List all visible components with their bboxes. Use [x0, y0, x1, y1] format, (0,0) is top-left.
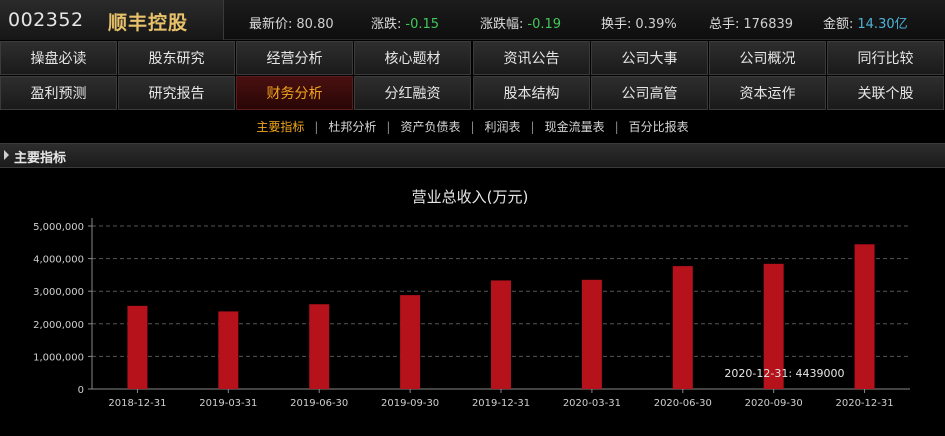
chart-tooltip: 2020-12-31: 4439000 — [724, 367, 844, 380]
x-tick-label: 2019-12-31 — [472, 398, 530, 409]
quote-value: 0.39% — [635, 17, 677, 32]
quote-value: -0.15 — [405, 17, 440, 32]
quote-item: 涨跌: -0.15 — [371, 13, 439, 32]
quote-value: 80.80 — [296, 17, 334, 32]
collapse-arrow-icon[interactable] — [4, 150, 9, 160]
chart-title: 营业总收入(万元) — [412, 188, 529, 206]
chart-svg: 营业总收入(万元) 0 1,000,000 2,000,000 3,000,000 4,… — [33, 188, 910, 409]
x-tick-label: 2019-03-31 — [199, 398, 257, 409]
x-tick-label: 2020-06-30 — [654, 398, 712, 409]
subnav-divider: | — [386, 120, 391, 134]
quote-label: 涨跌: — [371, 17, 402, 32]
x-tick-label: 2020-09-30 — [745, 398, 803, 409]
quote-label: 换手: — [601, 17, 632, 32]
section-title: 主要指标 — [14, 151, 67, 166]
subnav-divider: | — [614, 120, 619, 134]
subnav-link[interactable]: 利润表 — [485, 112, 521, 142]
y-tick-label: 0 — [78, 385, 84, 396]
y-tick-label: 1,000,000 — [33, 352, 84, 363]
nav-tab[interactable]: 研究报告 — [118, 76, 235, 110]
quote-label: 最新价: — [249, 17, 293, 32]
bar[interactable] — [400, 295, 421, 389]
nav-tab[interactable]: 分红融资 — [354, 76, 471, 110]
nav-tab[interactable]: 经营分析 — [236, 41, 353, 75]
y-tick-label: 5,000,000 — [33, 222, 84, 233]
quote-item: 金额: 14.30亿 — [823, 13, 908, 32]
quote-value: 14.30亿 — [857, 17, 908, 32]
quote-item: 换手: 0.39% — [601, 13, 677, 32]
bar[interactable] — [491, 280, 511, 389]
sub-nav: 主要指标 | 杜邦分析 | 资产负债表 | 利润表 | 现金流量表 | 百分比报表 — [0, 112, 945, 142]
quote-label: 涨跌幅: — [480, 17, 524, 32]
x-tick-label: 2019-06-30 — [290, 398, 348, 409]
quote-value: -0.19 — [527, 17, 562, 32]
nav-tab[interactable]: 股本结构 — [473, 76, 590, 110]
subnav-link[interactable]: 主要指标 — [256, 112, 304, 142]
nav-tab[interactable]: 同行比较 — [827, 41, 944, 75]
x-tick-label: 2020-03-31 — [563, 398, 621, 409]
nav-tab[interactable]: 资本运作 — [709, 76, 826, 110]
main-nav: 操盘必读 股东研究 经营分析 核心题材 资讯公告 公司大事 公司概况 同行比较盈利预测 研究报告… — [0, 40, 945, 110]
quote-value: 176839 — [743, 17, 794, 32]
subnav-link[interactable]: 杜邦分析 — [328, 112, 376, 142]
nav-tab[interactable]: 盈利预测 — [0, 76, 117, 110]
x-tick-label: 2019-09-30 — [381, 398, 439, 409]
section-header: 主要指标 — [0, 143, 945, 168]
bar[interactable] — [854, 244, 875, 389]
stock-header: 002352 顺丰控股 最新价: 80.80 涨跌: -0.15 涨跌幅: -0.19 换手… — [0, 0, 945, 40]
y-tick-label: 4,000,000 — [33, 255, 84, 266]
bar[interactable] — [218, 311, 239, 389]
bar[interactable] — [672, 266, 693, 389]
subnav-link[interactable]: 百分比报表 — [629, 112, 689, 142]
nav-tab[interactable]: 操盘必读 — [0, 41, 117, 75]
nav-tab[interactable]: 资讯公告 — [473, 41, 590, 75]
nav-tab[interactable]: 公司高管 — [591, 76, 708, 110]
y-tick-label: 3,000,000 — [33, 287, 84, 298]
quote-label: 总手: — [709, 17, 740, 32]
stock-name: 顺丰控股 — [108, 12, 189, 34]
stock-code: 002352 — [8, 9, 84, 31]
subnav-link[interactable]: 资产负债表 — [400, 112, 460, 142]
nav-tab[interactable]: 公司概况 — [709, 41, 826, 75]
bar[interactable] — [309, 304, 330, 389]
bar[interactable] — [581, 279, 602, 389]
quote-item: 涨跌幅: -0.19 — [480, 13, 561, 32]
bar[interactable] — [127, 305, 148, 389]
subnav-divider: | — [530, 120, 535, 134]
quote-label: 金额: — [823, 17, 854, 32]
subnav-divider: | — [470, 120, 475, 134]
x-tick-label: 2018-12-31 — [108, 398, 166, 409]
revenue-chart: 营业总收入(万元) 0 1,000,000 2,000,000 3,000,000 4,… — [0, 178, 945, 436]
subnav-divider: | — [314, 120, 319, 134]
y-tick-label: 2,000,000 — [33, 320, 84, 331]
nav-tab[interactable]: 核心题材 — [354, 41, 471, 75]
nav-tab[interactable]: 股东研究 — [118, 41, 235, 75]
quote-item: 总手: 176839 — [709, 13, 793, 32]
quote-item: 最新价: 80.80 — [249, 13, 334, 32]
subnav-link[interactable]: 现金流量表 — [545, 112, 605, 142]
nav-tab[interactable]: 财务分析 — [236, 76, 353, 110]
nav-tab[interactable]: 公司大事 — [591, 41, 708, 75]
x-tick-label: 2020-12-31 — [835, 398, 893, 409]
stock-identity: 002352 顺丰控股 — [0, 0, 224, 40]
nav-tab[interactable]: 关联个股 — [827, 76, 944, 110]
